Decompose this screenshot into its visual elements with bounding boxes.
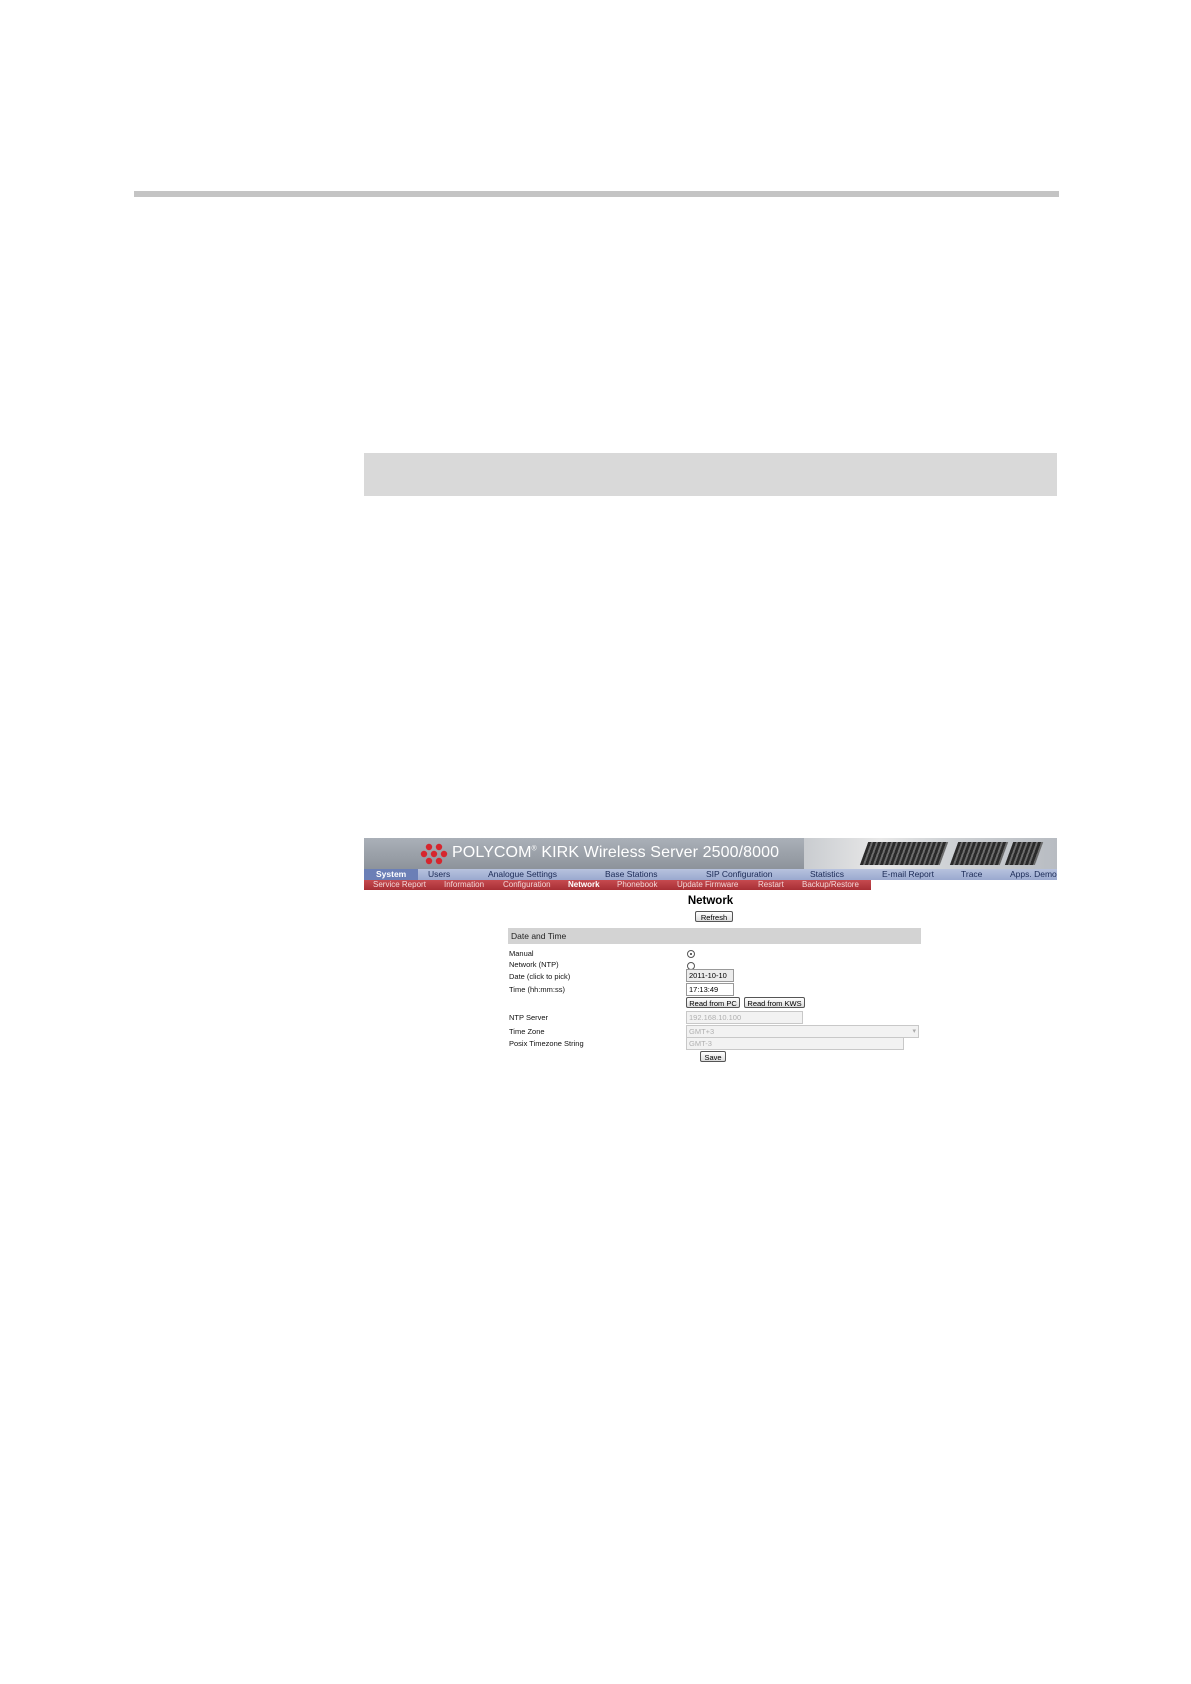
time-field[interactable]: 17:13:49 <box>686 983 734 996</box>
ntp-server-label: NTP Server <box>509 1013 549 1022</box>
product-banner: POLYCOM® KIRK Wireless Server 2500/8000 <box>364 838 1057 869</box>
note-band <box>364 453 1057 496</box>
radio-selected-dot <box>690 953 692 955</box>
sub-nav-backup-restore[interactable]: Backup/Restore <box>802 880 859 890</box>
header-rule <box>134 191 1059 197</box>
time-zone-value: GMT+3 <box>689 1027 715 1036</box>
sub-nav-restart[interactable]: Restart <box>758 880 784 890</box>
sub-nav-service-report[interactable]: Service Report <box>373 880 426 890</box>
server-photo <box>804 838 1057 869</box>
main-nav: System Users Analogue Settings Base Stat… <box>364 869 1057 880</box>
sub-nav-update-firmware[interactable]: Update Firmware <box>677 880 738 890</box>
page-title: Network <box>687 895 734 907</box>
section-header: Date and Time <box>508 928 921 944</box>
refresh-button[interactable]: Refresh <box>695 911 733 922</box>
ntp-label: Network (NTP) <box>509 960 559 969</box>
product-title: POLYCOM® KIRK Wireless Server 2500/8000 <box>452 844 779 862</box>
polycom-logo-icon <box>420 843 448 865</box>
main-nav-statistics[interactable]: Statistics <box>810 869 844 880</box>
manual-label: Manual <box>509 949 534 958</box>
date-field[interactable]: 2011-10-10 <box>686 969 734 982</box>
read-from-pc-button[interactable]: Read from PC <box>686 997 740 1008</box>
read-from-kws-button[interactable]: Read from KWS <box>744 997 805 1008</box>
main-nav-trace[interactable]: Trace <box>961 869 982 880</box>
main-nav-users[interactable]: Users <box>428 869 450 880</box>
sub-nav-configuration[interactable]: Configuration <box>503 880 551 890</box>
main-nav-analogue-settings[interactable]: Analogue Settings <box>488 869 557 880</box>
sub-nav: Service Report Information Configuration… <box>364 880 871 890</box>
date-label: Date (click to pick) <box>509 972 571 981</box>
brand-name: POLYCOM <box>452 844 532 861</box>
kws-screenshot: POLYCOM® KIRK Wireless Server 2500/8000 … <box>364 838 1057 1066</box>
manual-radio[interactable] <box>687 950 695 958</box>
posix-timezone-field[interactable]: GMT-3 <box>686 1037 904 1050</box>
time-label: Time (hh:mm:ss) <box>509 985 565 994</box>
main-nav-email-report[interactable]: E-mail Report <box>882 869 934 880</box>
chevron-down-icon: ▾ <box>912 1028 916 1035</box>
save-button[interactable]: Save <box>700 1051 726 1062</box>
posix-timezone-label: Posix Timezone String <box>509 1039 584 1048</box>
main-nav-base-stations[interactable]: Base Stations <box>605 869 657 880</box>
time-zone-label: Time Zone <box>509 1027 545 1036</box>
product-name: KIRK Wireless Server 2500/8000 <box>536 844 780 861</box>
main-nav-apps-demo[interactable]: Apps. Demo <box>1010 869 1057 880</box>
sub-nav-phonebook[interactable]: Phonebook <box>617 880 657 890</box>
sub-nav-network[interactable]: Network <box>568 880 600 890</box>
main-nav-system[interactable]: System <box>364 869 419 880</box>
main-nav-sip-configuration[interactable]: SIP Configuration <box>706 869 772 880</box>
ntp-server-field[interactable]: 192.168.10.100 <box>686 1011 803 1024</box>
sub-nav-information[interactable]: Information <box>444 880 484 890</box>
